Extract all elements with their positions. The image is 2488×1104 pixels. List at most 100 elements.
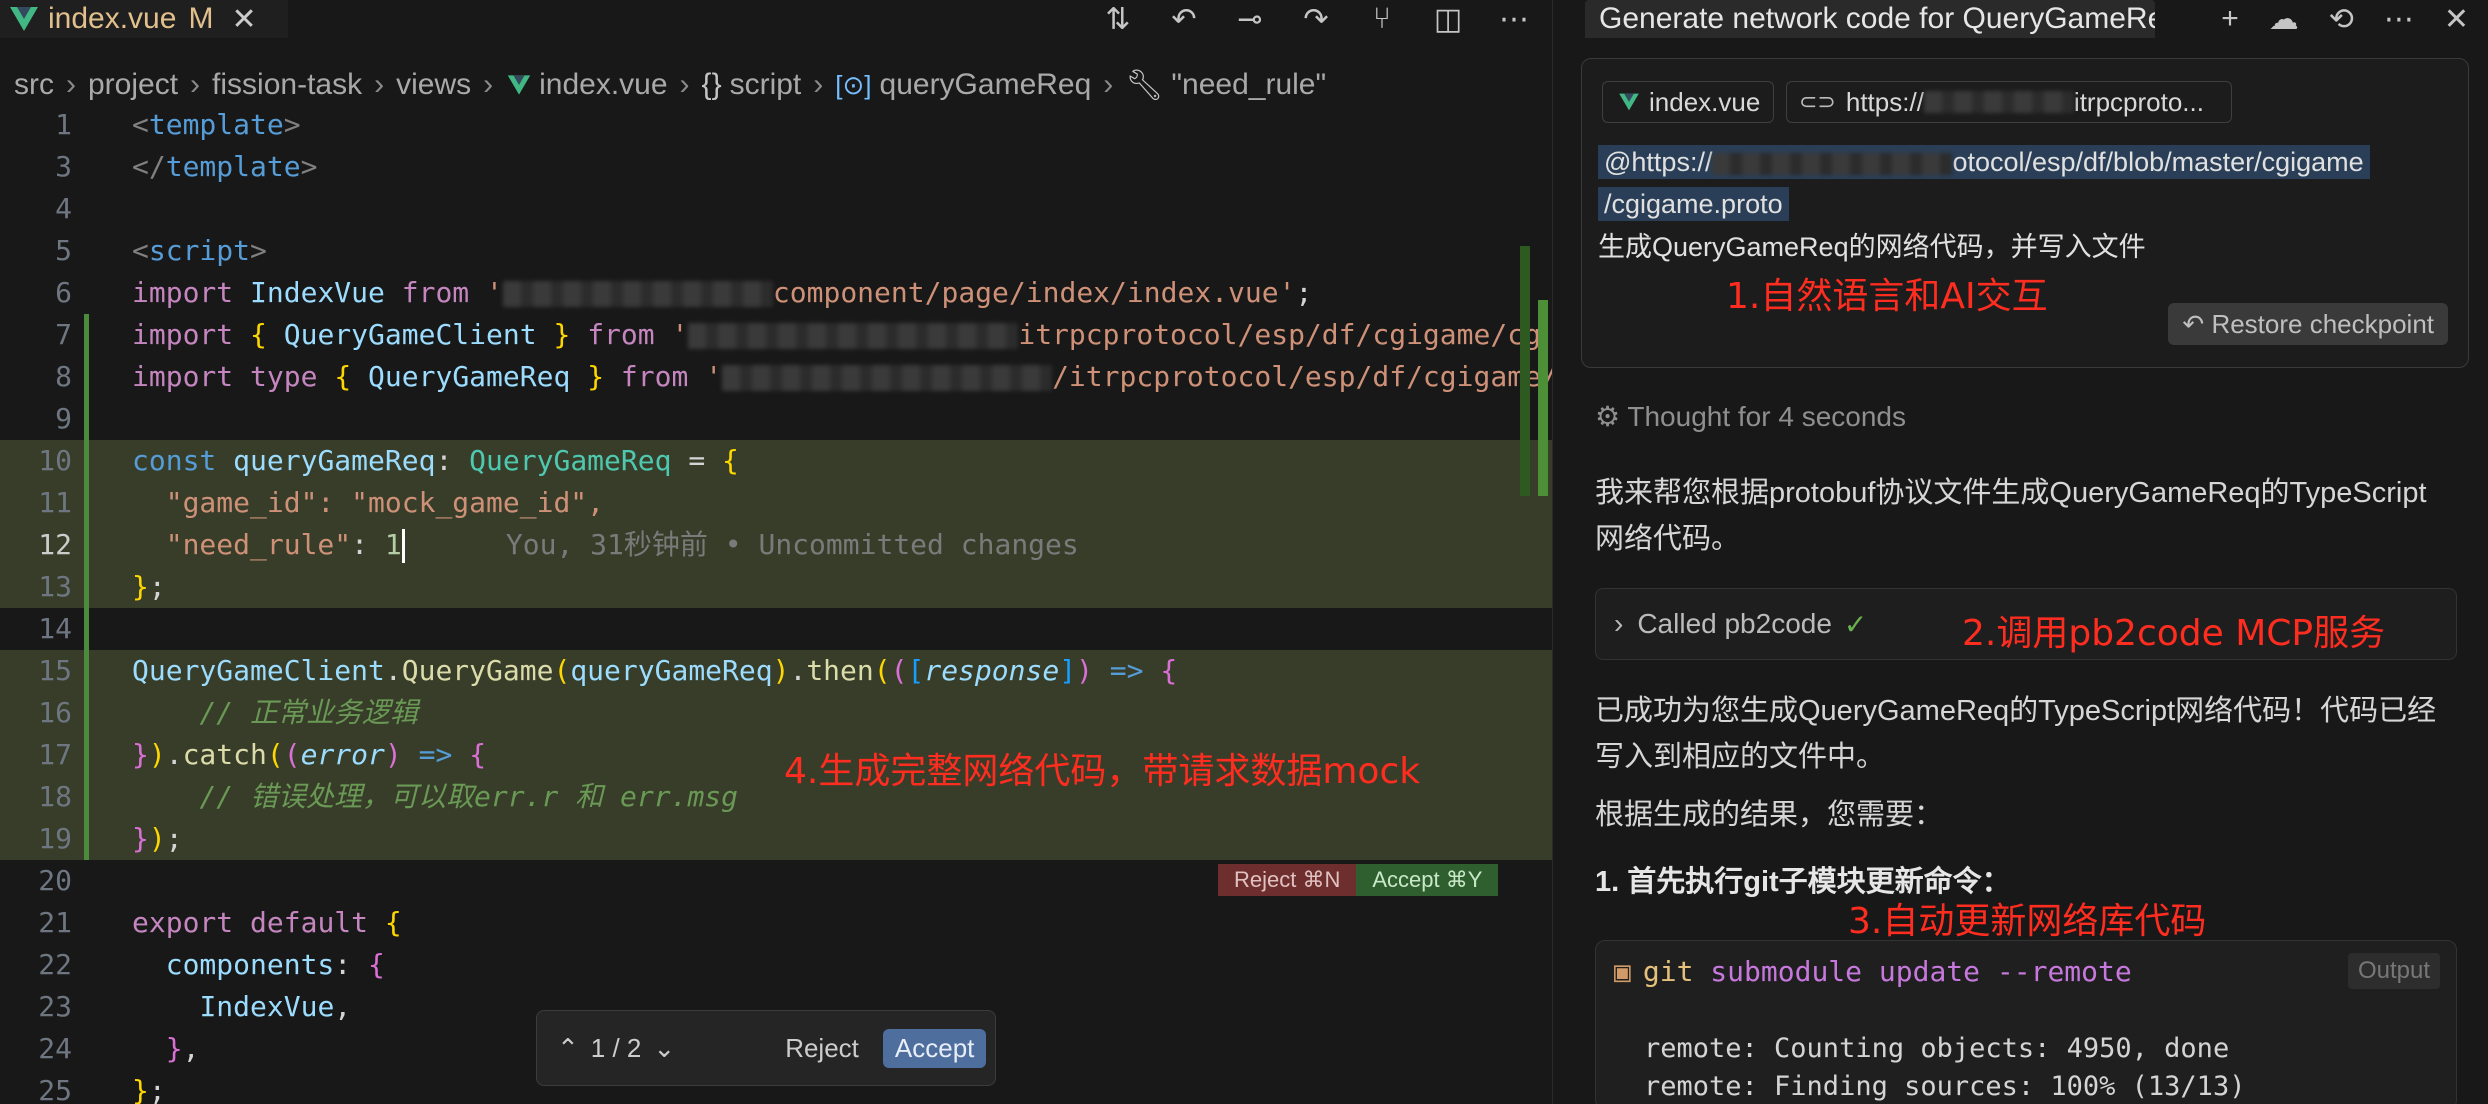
gutter-change-marker xyxy=(84,608,89,650)
terminal-output-line: remote: Finding sources: 100% (13/13) xyxy=(1644,1071,2246,1102)
code-line: 22 components: { xyxy=(0,944,1552,986)
redacted-text xyxy=(688,323,1019,349)
modified-badge: M xyxy=(188,2,214,35)
diff-review-bar: ⌃ 1 / 2 ⌄ Reject Accept xyxy=(536,1010,996,1086)
reject-all-button[interactable]: Reject xyxy=(785,1033,859,1064)
gutter-change-marker xyxy=(84,776,89,818)
split-editor-icon[interactable]: ◫ xyxy=(1430,2,1466,37)
tab-filename: index.vue xyxy=(48,2,177,35)
redacted-text xyxy=(722,365,1053,391)
chip-label: https:// xyxy=(1845,86,1924,117)
chat-header-actions: + ☁ ⟲ ⋯ ✕ xyxy=(2221,0,2469,38)
context-chip-url[interactable]: ⊂⊃ https:// itrpcproto... xyxy=(1786,81,2232,123)
line-number: 15 xyxy=(38,654,72,687)
git-compare-icon[interactable]: ⇅ xyxy=(1100,2,1136,37)
reject-change-button[interactable]: Reject ⌘N xyxy=(1218,864,1357,896)
minimap-change-marker xyxy=(1520,246,1530,496)
chevron-right-icon: › xyxy=(813,68,824,101)
editor-toolbar: ⇅ ↶ ⊸ ↷ ⑂ ◫ ⋯ xyxy=(1100,0,1532,38)
close-icon[interactable]: ✕ xyxy=(2444,2,2469,37)
chevron-up-icon[interactable]: ⌃ xyxy=(557,1033,579,1064)
more-icon[interactable]: ⋯ xyxy=(1496,2,1532,37)
chevron-right-icon: › xyxy=(66,68,76,101)
breadcrumb-item[interactable]: fission-task xyxy=(212,68,362,102)
gutter-change-marker xyxy=(84,314,89,356)
assistant-message: 我来帮您根据protobuf协议文件生成QueryGameReq的TypeScr… xyxy=(1595,477,2427,555)
chat-title-tab[interactable]: Generate network code for QueryGameReq xyxy=(1585,0,2155,38)
tool-call-label: Called pb2code xyxy=(1637,608,1832,639)
code-line: 5 <script> xyxy=(0,230,1552,272)
source-control-icon[interactable]: ⑂ xyxy=(1364,2,1400,36)
line-number: 21 xyxy=(38,906,72,939)
history-icon[interactable]: ⟲ xyxy=(2329,2,2354,37)
line-number: 7 xyxy=(55,318,72,351)
assistant-message: 已成功为您生成QueryGameReq的TypeScript网络代码！代码已经写… xyxy=(1595,695,2437,773)
commit-icon[interactable]: ⊸ xyxy=(1232,2,1268,37)
gutter-change-marker xyxy=(84,818,89,860)
more-icon[interactable]: ⋯ xyxy=(2384,2,2414,37)
breadcrumb-item[interactable]: index.vue xyxy=(539,68,667,102)
gutter-change-marker xyxy=(84,356,89,398)
vue-file-icon xyxy=(507,75,531,95)
code-line-added: 15 QueryGameClient.QueryGame(queryGameReq… xyxy=(0,650,1552,692)
line-number: 3 xyxy=(55,150,72,183)
line-number: 14 xyxy=(38,612,72,645)
go-forward-icon[interactable]: ↷ xyxy=(1298,2,1334,37)
code-line: 21 export default { xyxy=(0,902,1552,944)
line-number: 18 xyxy=(38,780,72,813)
wrench-icon: 🔧︎ xyxy=(1125,68,1164,102)
breadcrumb-item[interactable]: script xyxy=(730,68,802,102)
accept-all-button[interactable]: Accept xyxy=(882,1028,987,1068)
code-line-added: 13}; xyxy=(0,566,1552,608)
line-number: 11 xyxy=(38,486,72,519)
breadcrumb-item[interactable]: src xyxy=(14,68,54,102)
accept-change-button[interactable]: Accept ⌘Y xyxy=(1356,864,1499,896)
output-button[interactable]: Output xyxy=(2347,953,2440,989)
url-mention: @https:// otocol/esp/df/blob/master/cgiga… xyxy=(1598,141,2454,225)
breadcrumb: src › project › fission-task › views › index… xyxy=(0,60,1552,110)
terminal-command: ▣ git submodule update --remote xyxy=(1614,955,2132,988)
prompt-text: 生成QueryGameReq的网络代码，并写入文件 xyxy=(1598,232,2146,262)
undo-icon: ↶ xyxy=(2182,309,2212,339)
code-line: 7 import { QueryGameClient } from ' itrpcp… xyxy=(0,314,1552,356)
breadcrumb-item[interactable]: views xyxy=(396,68,471,102)
context-chip-file[interactable]: index.vue xyxy=(1602,81,1774,123)
cloud-icon[interactable]: ☁ xyxy=(2269,2,2299,37)
chevron-right-icon: › xyxy=(483,68,494,101)
terminal-icon: ▣ xyxy=(1614,955,1631,988)
chevron-down-icon[interactable]: ⌄ xyxy=(653,1033,675,1064)
line-number: 23 xyxy=(38,990,72,1023)
text-cursor xyxy=(401,529,405,563)
cmd-name: git xyxy=(1642,955,1694,988)
thought-indicator[interactable]: ⚙ Thought for 4 seconds xyxy=(1595,400,1906,433)
redacted-text xyxy=(502,281,773,307)
terminal-command-block: ▣ git submodule update --remote Output re… xyxy=(1595,940,2457,1104)
line-number: 24 xyxy=(38,1032,72,1065)
mention-file: /cgigame.proto xyxy=(1598,187,1789,221)
breadcrumb-item[interactable]: "need_rule" xyxy=(1171,68,1326,102)
go-back-icon[interactable]: ↶ xyxy=(1166,2,1202,37)
gutter-change-marker xyxy=(84,566,89,608)
vue-file-icon xyxy=(1619,93,1639,111)
gutter-change-marker xyxy=(84,692,89,734)
code-line: 3 </template> xyxy=(0,146,1552,188)
redacted-text xyxy=(1712,152,1953,175)
change-counter: 1 / 2 xyxy=(590,1032,642,1063)
close-tab-icon[interactable]: ✕ xyxy=(231,2,256,37)
chevron-right-icon: › xyxy=(679,68,690,101)
line-number: 19 xyxy=(38,822,72,855)
link-icon: ⊂⊃ xyxy=(1799,89,1836,114)
annotation-3: 3.自动更新网络库代码 xyxy=(1848,901,2207,942)
line-number: 22 xyxy=(38,948,72,981)
breadcrumb-item[interactable]: queryGameReq xyxy=(880,68,1092,102)
code-area[interactable]: 1 <template> 3 </template> 4 5 <script> 6 im… xyxy=(0,104,1552,1104)
code-line: 9 xyxy=(0,398,1552,440)
line-number: 8 xyxy=(55,360,72,393)
gutter-change-marker xyxy=(84,398,89,440)
annotation-2: 2.调用pb2code MCP服务 xyxy=(1962,613,2386,654)
restore-checkpoint-button[interactable]: ↶ Restore checkpoint xyxy=(2168,303,2448,345)
plus-icon[interactable]: + xyxy=(2221,2,2239,36)
breadcrumb-item[interactable]: project xyxy=(88,68,178,102)
editor-tab-index-vue[interactable]: index.vue M ✕ xyxy=(0,0,288,38)
check-icon: ✓ xyxy=(1843,608,1868,640)
